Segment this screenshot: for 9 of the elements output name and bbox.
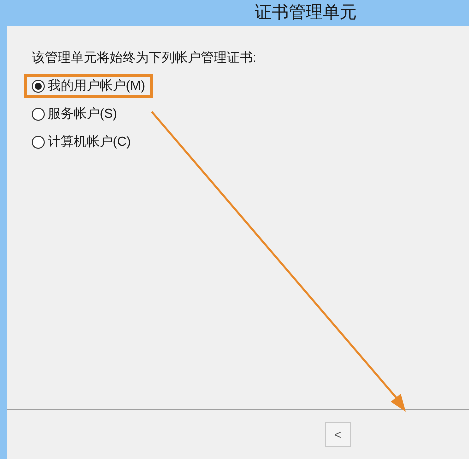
radio-option[interactable]: 我的用户帐户(M) [24,74,152,98]
prompt-text: 该管理单元将始终为下列帐户管理证书: [32,49,258,67]
radio-option[interactable]: 计算机帐户(C) [32,130,132,154]
window-title: 证书管理单元 [255,2,357,24]
radio-button[interactable] [32,80,45,92]
back-button[interactable]: < [325,422,351,447]
radio-button[interactable] [32,136,45,148]
radio-button[interactable] [32,108,45,120]
radio-option[interactable]: 服务帐户(S) [32,102,118,126]
